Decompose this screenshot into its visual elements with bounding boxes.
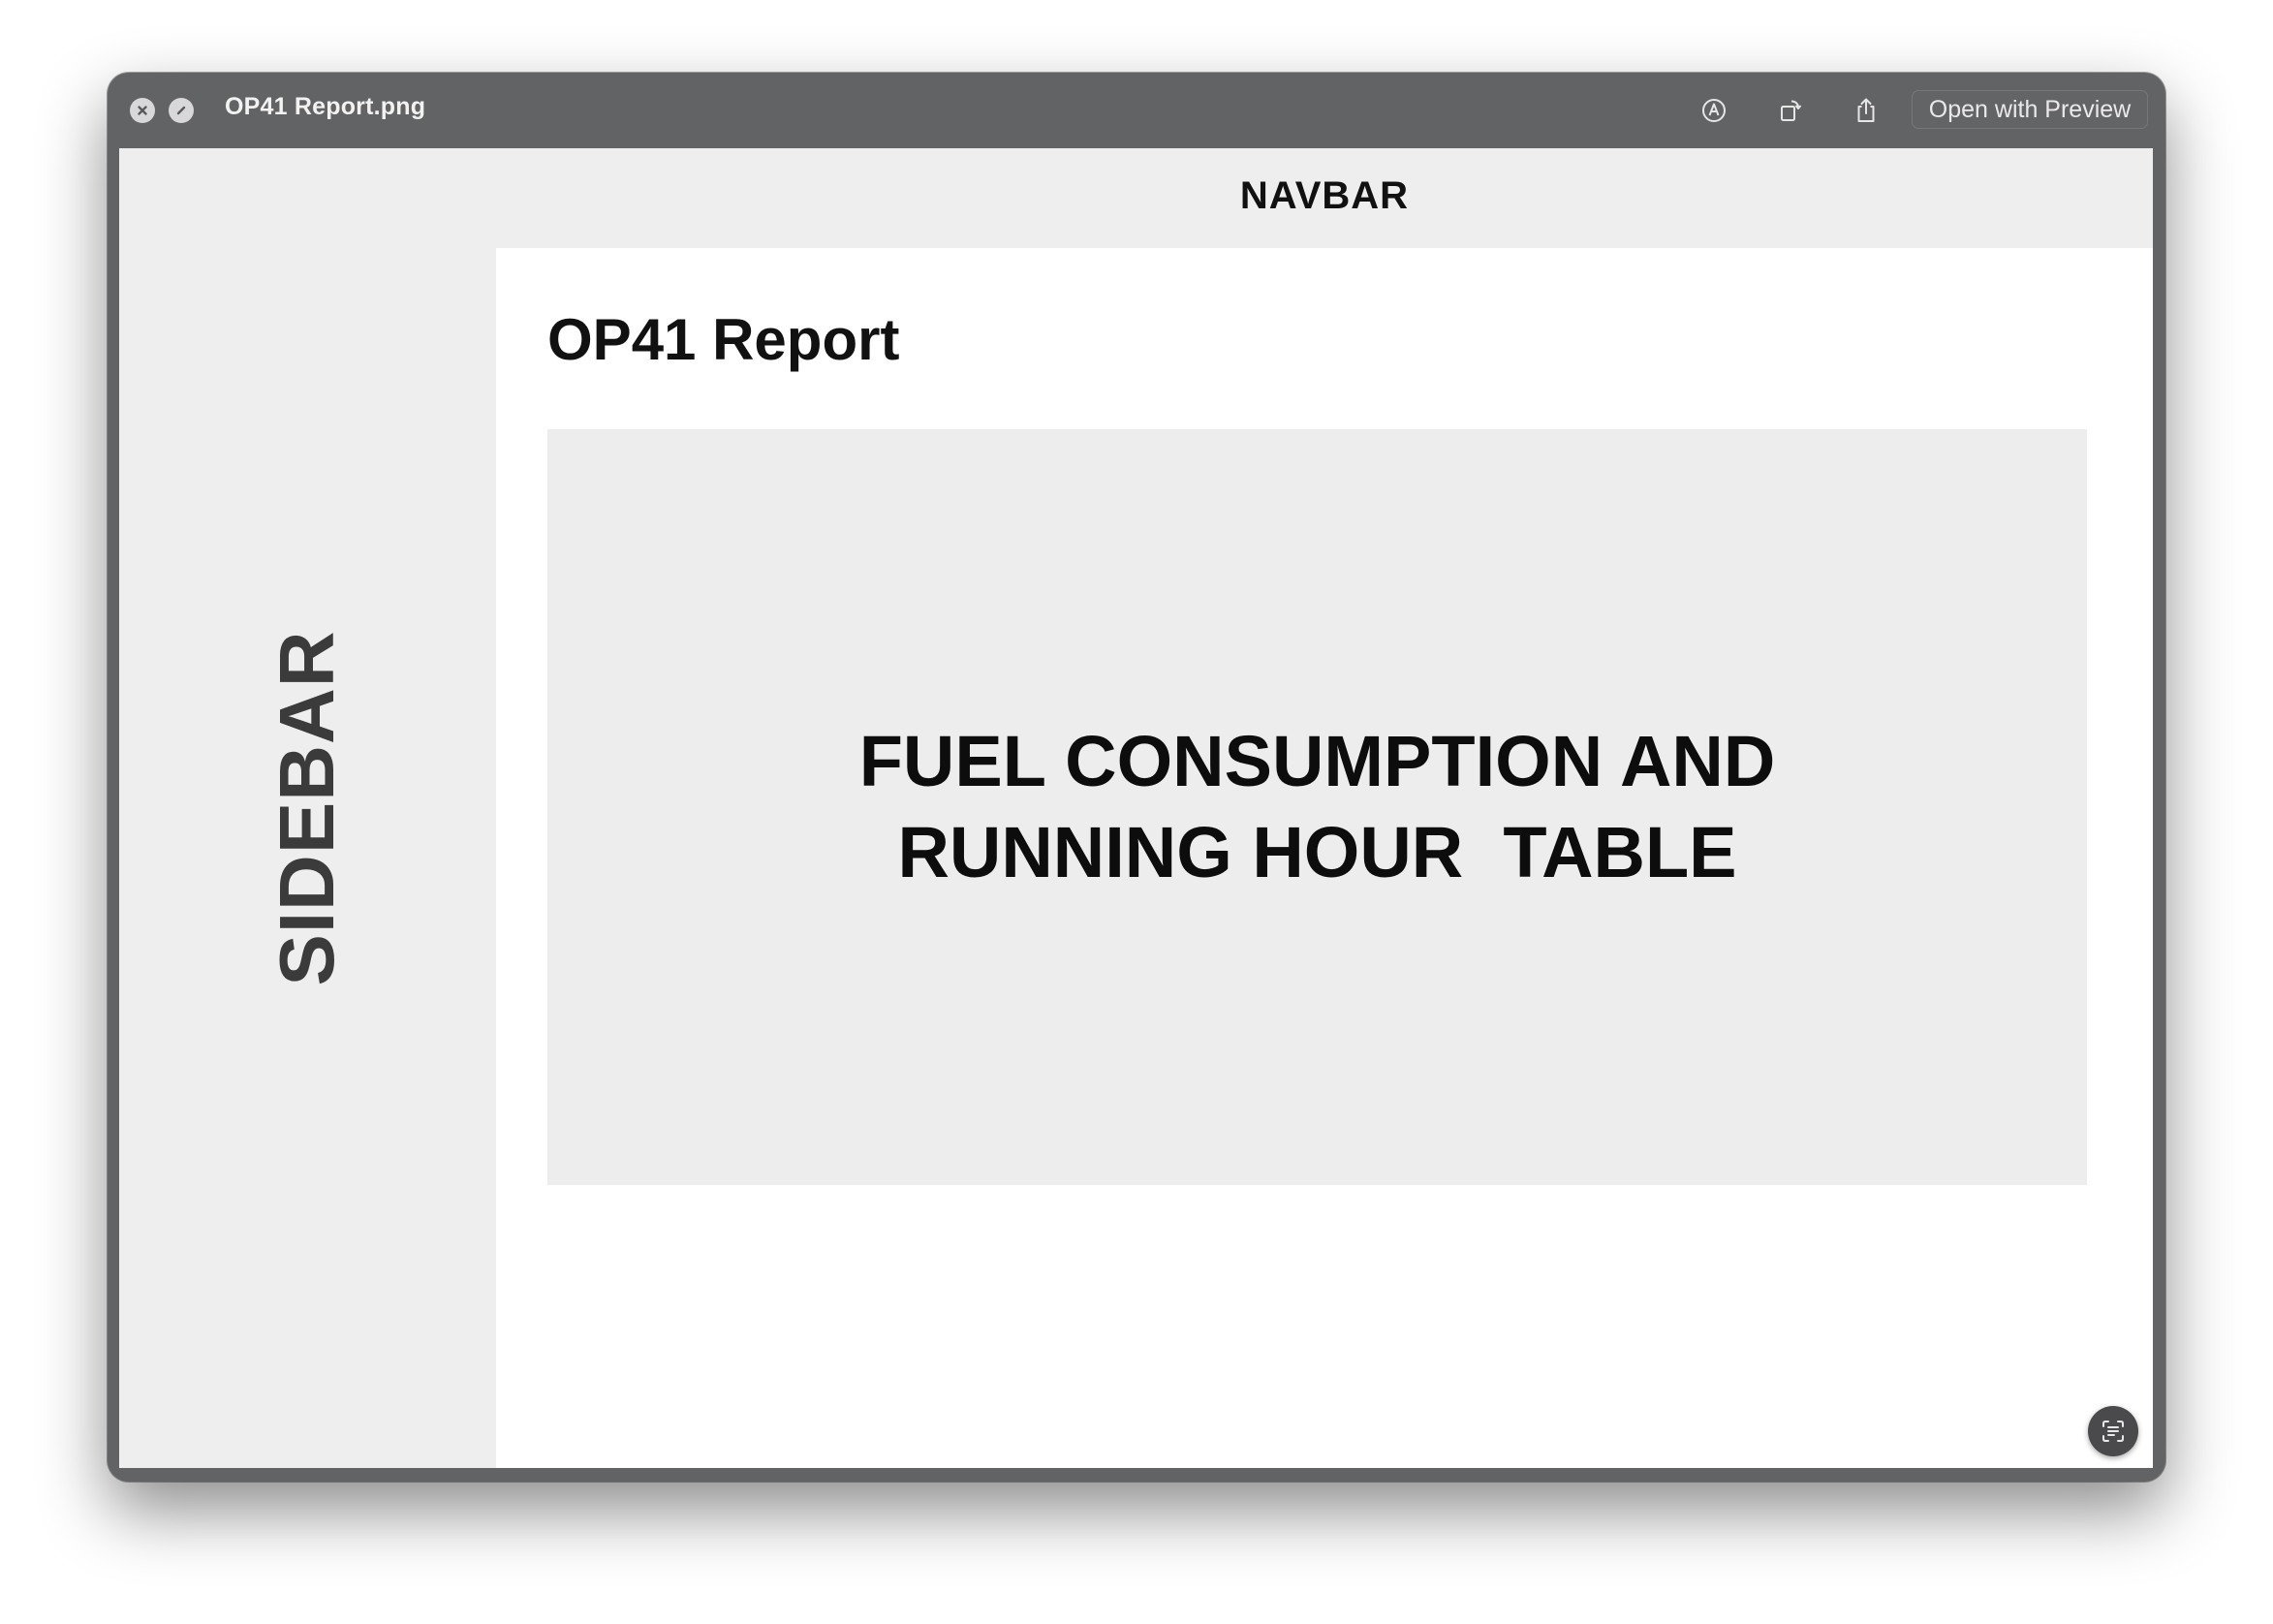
disabled-icon[interactable] — [169, 98, 194, 123]
window-titlebar[interactable]: OP41 Report.png Open with Preview — [108, 73, 2165, 147]
rotate-icon[interactable] — [1774, 94, 1807, 127]
sidebar-label: SIDEBAR — [264, 630, 350, 986]
close-icon[interactable] — [130, 98, 155, 123]
navbar-label: NAVBAR — [1239, 174, 1410, 217]
window-title: OP41 Report.png — [225, 93, 426, 120]
share-icon[interactable] — [1850, 94, 1883, 127]
markup-icon[interactable] — [1697, 94, 1730, 127]
table-placeholder-label: FUEL CONSUMPTION AND RUNNING HOUR TABLE — [858, 721, 1776, 892]
table-placeholder-panel: FUEL CONSUMPTION AND RUNNING HOUR TABLE — [547, 429, 2087, 1185]
page-title: OP41 Report — [547, 307, 900, 372]
main-content: OP41 Report FUEL CONSUMPTION AND RUNNING… — [496, 248, 2153, 1468]
live-text-icon[interactable] — [2088, 1406, 2138, 1456]
navbar-placeholder: NAVBAR — [496, 148, 2153, 248]
sidebar-placeholder: SIDEBAR — [119, 148, 496, 1468]
quicklook-window: OP41 Report.png Open with Preview SIDEBA… — [108, 73, 2165, 1482]
image-preview: SIDEBAR NAVBAR OP41 Report FUEL CONSUMPT… — [119, 148, 2153, 1468]
open-with-preview-button[interactable]: Open with Preview — [1912, 90, 2148, 129]
